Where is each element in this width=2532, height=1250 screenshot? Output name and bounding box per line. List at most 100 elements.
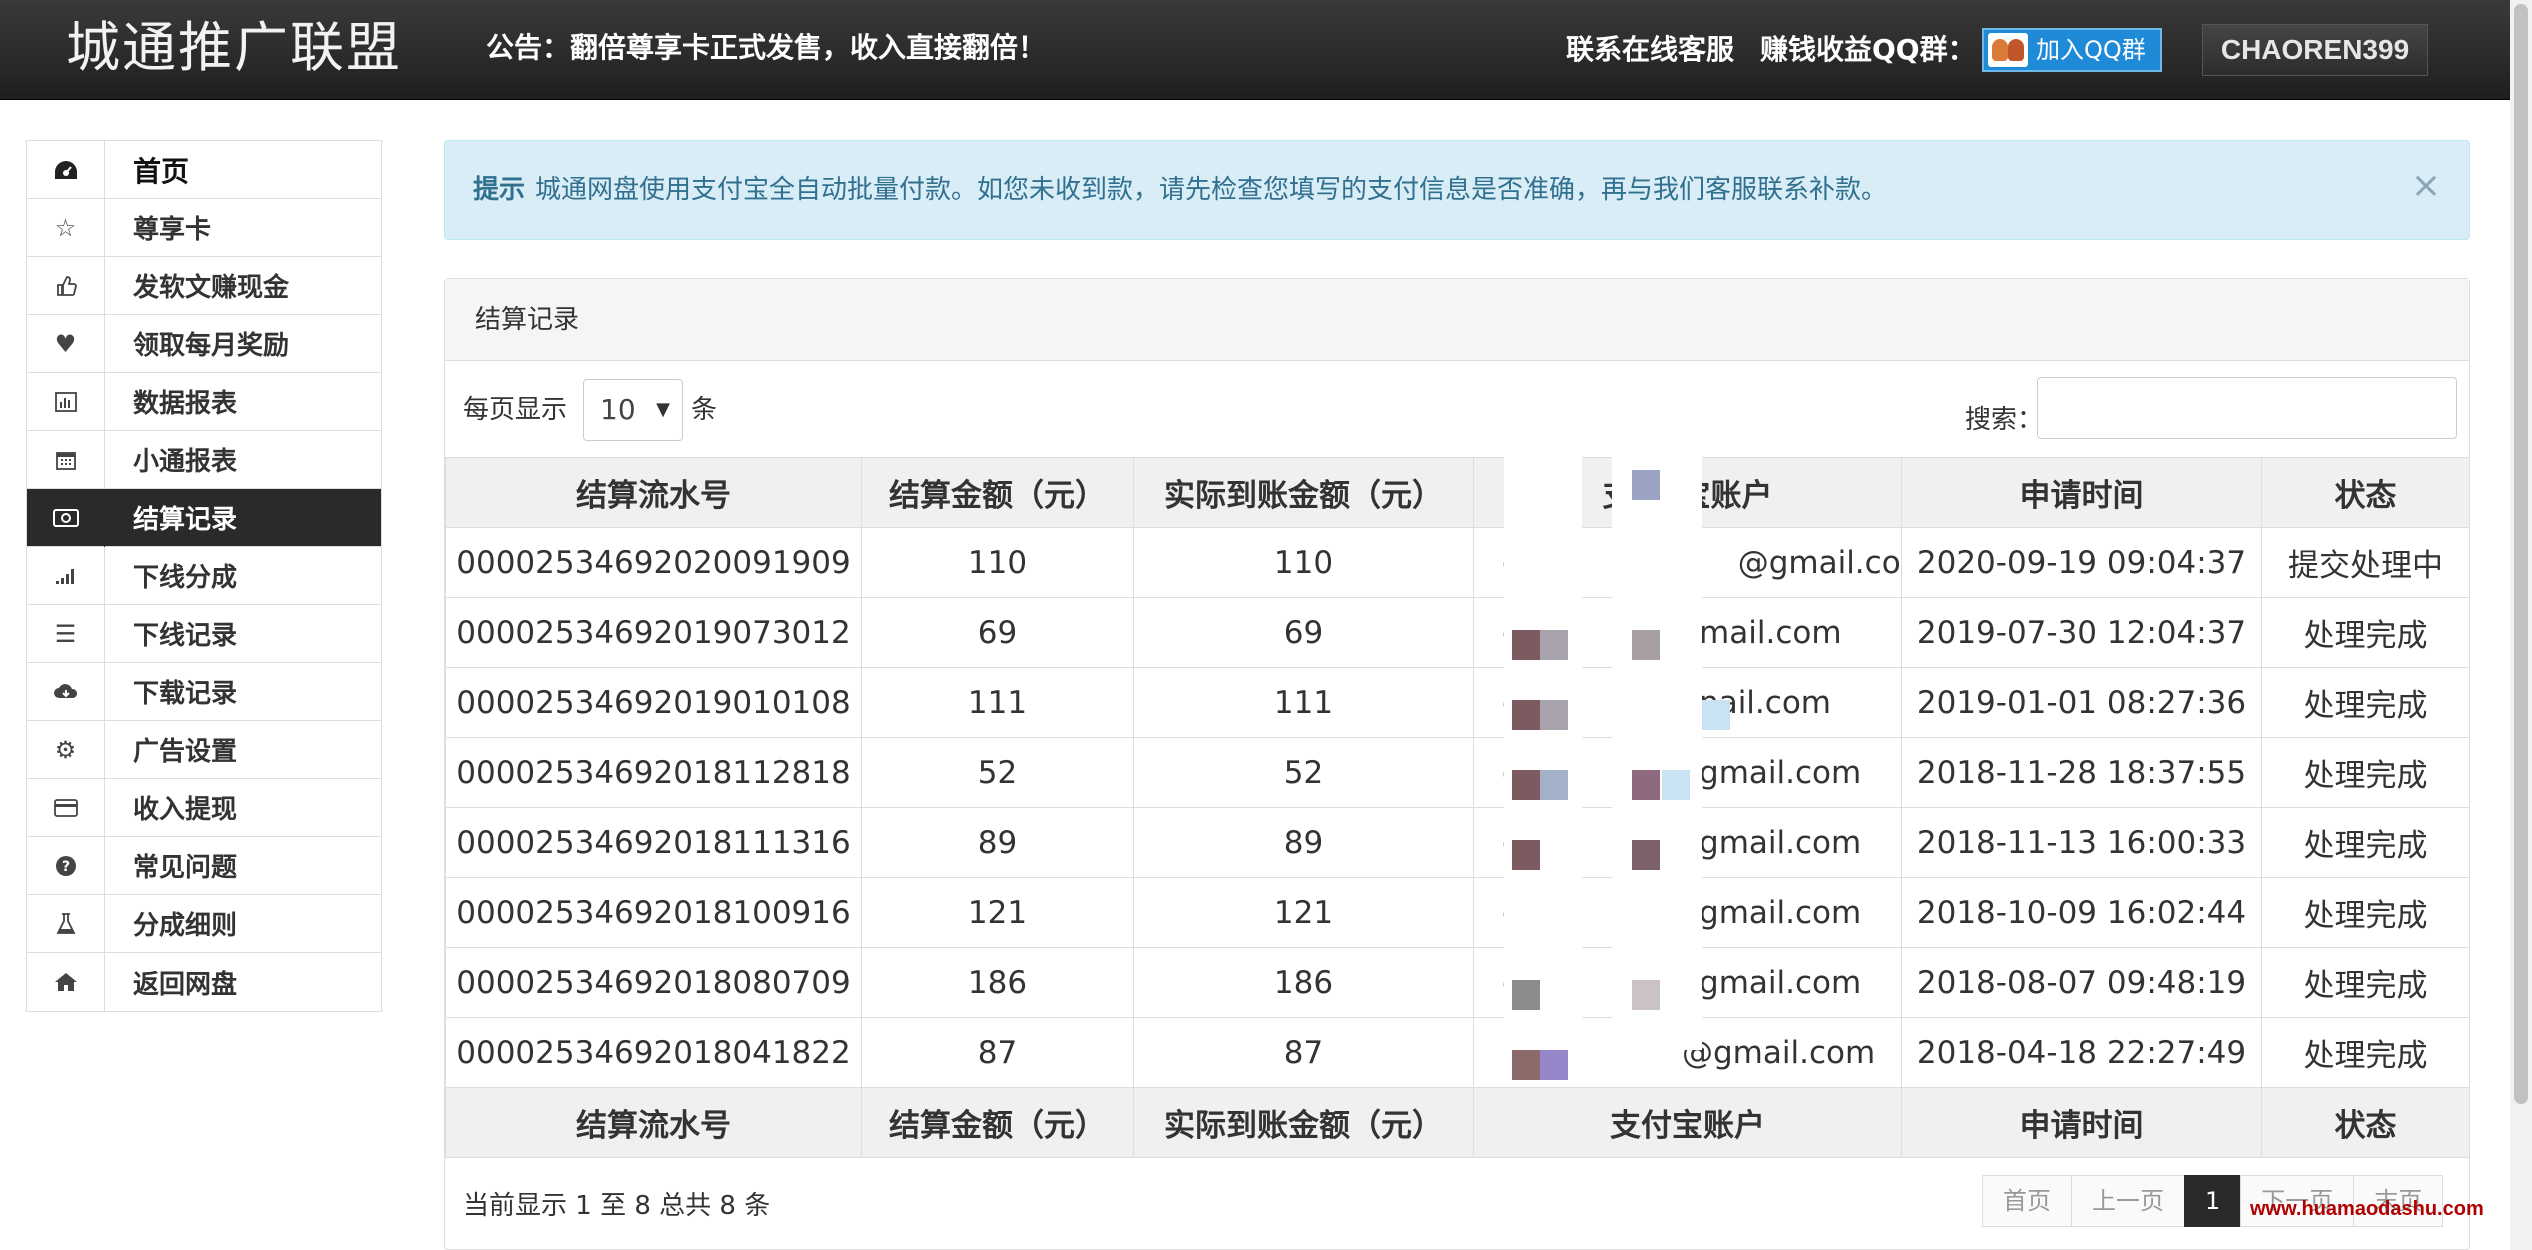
cell-received: 111: [1133, 667, 1474, 738]
per-page-value: 10: [600, 393, 636, 426]
col-footer-serial: 结算流水号: [445, 1087, 862, 1158]
sidebar-item-label: 下载记录: [133, 679, 238, 709]
cell-time: 2019-07-30 12:04:37: [1901, 597, 2262, 668]
col-header-status[interactable]: 状态: [2261, 457, 2470, 528]
cell-account: c nail.com: [1473, 667, 1902, 738]
cell-received: 89: [1133, 807, 1474, 878]
sidebar-item-label: 下线分成: [133, 563, 238, 593]
search-input[interactable]: [2037, 377, 2457, 439]
cell-status: 处理完成: [2261, 807, 2470, 878]
pager-page-1[interactable]: 1: [2184, 1175, 2242, 1227]
col-footer-received: 实际到账金额（元）: [1133, 1087, 1474, 1158]
cell-received: 186: [1133, 947, 1474, 1018]
sidebar-item-faq[interactable]: ? 常见问题: [27, 836, 381, 895]
sidebar-item-ad-settings[interactable]: ⚙ 广告设置: [27, 720, 381, 779]
sidebar-item-label: 常见问题: [133, 853, 238, 883]
col-footer-time: 申请时间: [1901, 1087, 2262, 1158]
join-qq-group-button[interactable]: 加入QQ群: [1982, 28, 2162, 72]
per-page-select[interactable]: 10 ▼: [583, 379, 683, 441]
col-footer-amount: 结算金额（元）: [861, 1087, 1134, 1158]
scrollbar-thumb[interactable]: [2514, 4, 2528, 1104]
pager-first[interactable]: 首页: [1982, 1175, 2072, 1227]
table-controls: 每页显示 10 ▼ 条 搜索：: [445, 361, 2469, 457]
sidebar-item-label: 广告设置: [133, 737, 238, 767]
settlement-table: 结算流水号 结算金额（元） 实际到账金额（元） 支 宝账户 申请时间 状态 000…: [445, 457, 2470, 1158]
account-suffix: nail.com: [1699, 684, 1831, 721]
sidebar-item-back-to-disk[interactable]: 返回网盘: [27, 953, 381, 1011]
info-alert: 提示 城通网盘使用支付宝全自动批量付款。如您未收到款，请先检查您填写的支付信息是否…: [444, 140, 2470, 240]
account-prefix: c: [1502, 964, 1520, 1001]
sidebar-item-withdraw[interactable]: 收入提现: [27, 778, 381, 837]
gear-icon: ⚙: [27, 720, 105, 779]
cell-account: c gmail.com: [1473, 737, 1902, 808]
cell-received: 87: [1133, 1017, 1474, 1088]
sidebar-item-vip-card[interactable]: ☆ 尊享卡: [27, 198, 381, 257]
col-header-received[interactable]: 实际到账金额（元）: [1133, 457, 1474, 528]
cell-amount: 89: [861, 807, 1134, 878]
sidebar-menu: 首页 ☆ 尊享卡 发软文赚现金 ♥ 领取每月奖励 数据报表 小通报表 结算记录: [26, 140, 382, 1012]
cell-serial: 00002534692019073012: [445, 597, 862, 668]
username-button[interactable]: CHAOREN399: [2202, 24, 2428, 76]
sidebar-item-xiaotong-report[interactable]: 小通报表: [27, 430, 381, 489]
col-header-serial[interactable]: 结算流水号: [445, 457, 862, 528]
alert-text: 城通网盘使用支付宝全自动批量付款。如您未收到款，请先检查您填写的支付信息是否准确…: [535, 175, 1888, 205]
cell-account: @gmail.com: [1473, 1017, 1902, 1088]
table-header-row: 结算流水号 结算金额（元） 实际到账金额（元） 支 宝账户 申请时间 状态: [445, 457, 2470, 528]
cell-account: cha @gmail.com: [1473, 527, 1902, 598]
col-header-account[interactable]: 支 宝账户: [1473, 457, 1902, 528]
sidebar-item-label: 下线记录: [133, 621, 238, 651]
account-prefix: c: [1502, 894, 1520, 931]
credit-card-icon: [27, 778, 105, 837]
account-suffix: @gmail.com: [1737, 544, 1901, 581]
cell-account: c gmail.com: [1473, 947, 1902, 1018]
sidebar-item-downline-records[interactable]: ☰ 下线记录: [27, 604, 381, 663]
top-navbar: 城通推广联盟 公告：翻倍尊享卡正式发售，收入直接翻倍！ 联系在线客服 赚钱收益Q…: [0, 0, 2510, 100]
sidebar-item-settlement-records[interactable]: 结算记录: [27, 488, 381, 547]
cell-status: 处理完成: [2261, 597, 2470, 668]
cell-amount: 121: [861, 877, 1134, 948]
cell-amount: 52: [861, 737, 1134, 808]
cell-received: 52: [1133, 737, 1474, 808]
col-header-amount[interactable]: 结算金额（元）: [861, 457, 1134, 528]
cell-received: 121: [1133, 877, 1474, 948]
table-row: 00002534692018041822 87 87 @gmail.com 2018-0…: [445, 1017, 2470, 1088]
sidebar-item-share-rules[interactable]: 分成细则: [27, 894, 381, 953]
sidebar-item-home[interactable]: 首页: [27, 140, 381, 199]
sidebar-item-data-report[interactable]: 数据报表: [27, 372, 381, 431]
cell-account: c gmail.com: [1473, 877, 1902, 948]
sidebar-item-downline-share[interactable]: 下线分成: [27, 546, 381, 605]
cell-serial: 00002534692018100916: [445, 877, 862, 948]
table-row: 00002534692020091909110110cha@gmail.com2…: [445, 527, 2470, 598]
dashboard-icon: [27, 140, 105, 199]
sidebar-item-label: 首页: [133, 154, 190, 188]
cell-amount: 110: [861, 527, 1134, 598]
account-prefix: c: [1502, 684, 1520, 721]
alert-title: 提示: [473, 175, 526, 205]
thumbs-up-icon: [27, 256, 105, 315]
close-icon[interactable]: ×: [2411, 141, 2441, 231]
cell-serial: 00002534692018112818: [445, 737, 862, 808]
page-scrollbar[interactable]: [2510, 0, 2532, 1250]
col-header-time[interactable]: 申请时间: [1901, 457, 2262, 528]
account-suffix: gmail.com: [1699, 894, 1862, 931]
join-qq-group-label: 加入QQ群: [2036, 36, 2146, 64]
sidebar-item-monthly-reward[interactable]: ♥ 领取每月奖励: [27, 314, 381, 373]
brand-title[interactable]: 城通推广联盟: [66, 16, 402, 80]
table-row: 00002534692019073012 69 69 c mail.com 2019-07…: [445, 597, 2470, 668]
cell-status: 处理完成: [2261, 947, 2470, 1018]
pager-prev[interactable]: 上一页: [2071, 1175, 2185, 1227]
sidebar-item-label: 分成细则: [133, 911, 238, 941]
cell-amount: 69: [861, 597, 1134, 668]
table-body: 00002534692020091909110110cha@gmail.com2…: [445, 527, 2470, 1088]
per-page-unit: 条: [691, 395, 718, 425]
table-row: 00002534692018112818 52 52 c gmail.com 2018-1…: [445, 737, 2470, 808]
sidebar-item-post-article[interactable]: 发软文赚现金: [27, 256, 381, 315]
heart-icon: ♥: [27, 314, 105, 373]
contact-service-link[interactable]: 联系在线客服: [1566, 30, 1734, 70]
table-info: 当前显示 1 至 8 总共 8 条: [463, 1191, 771, 1221]
qq-group-label: 赚钱收益QQ群：: [1760, 33, 1976, 66]
sidebar-item-download-records[interactable]: 下载记录: [27, 662, 381, 721]
signal-icon: [27, 546, 105, 605]
sidebar-item-label: 返回网盘: [133, 969, 238, 1000]
home-icon: [27, 953, 105, 1011]
